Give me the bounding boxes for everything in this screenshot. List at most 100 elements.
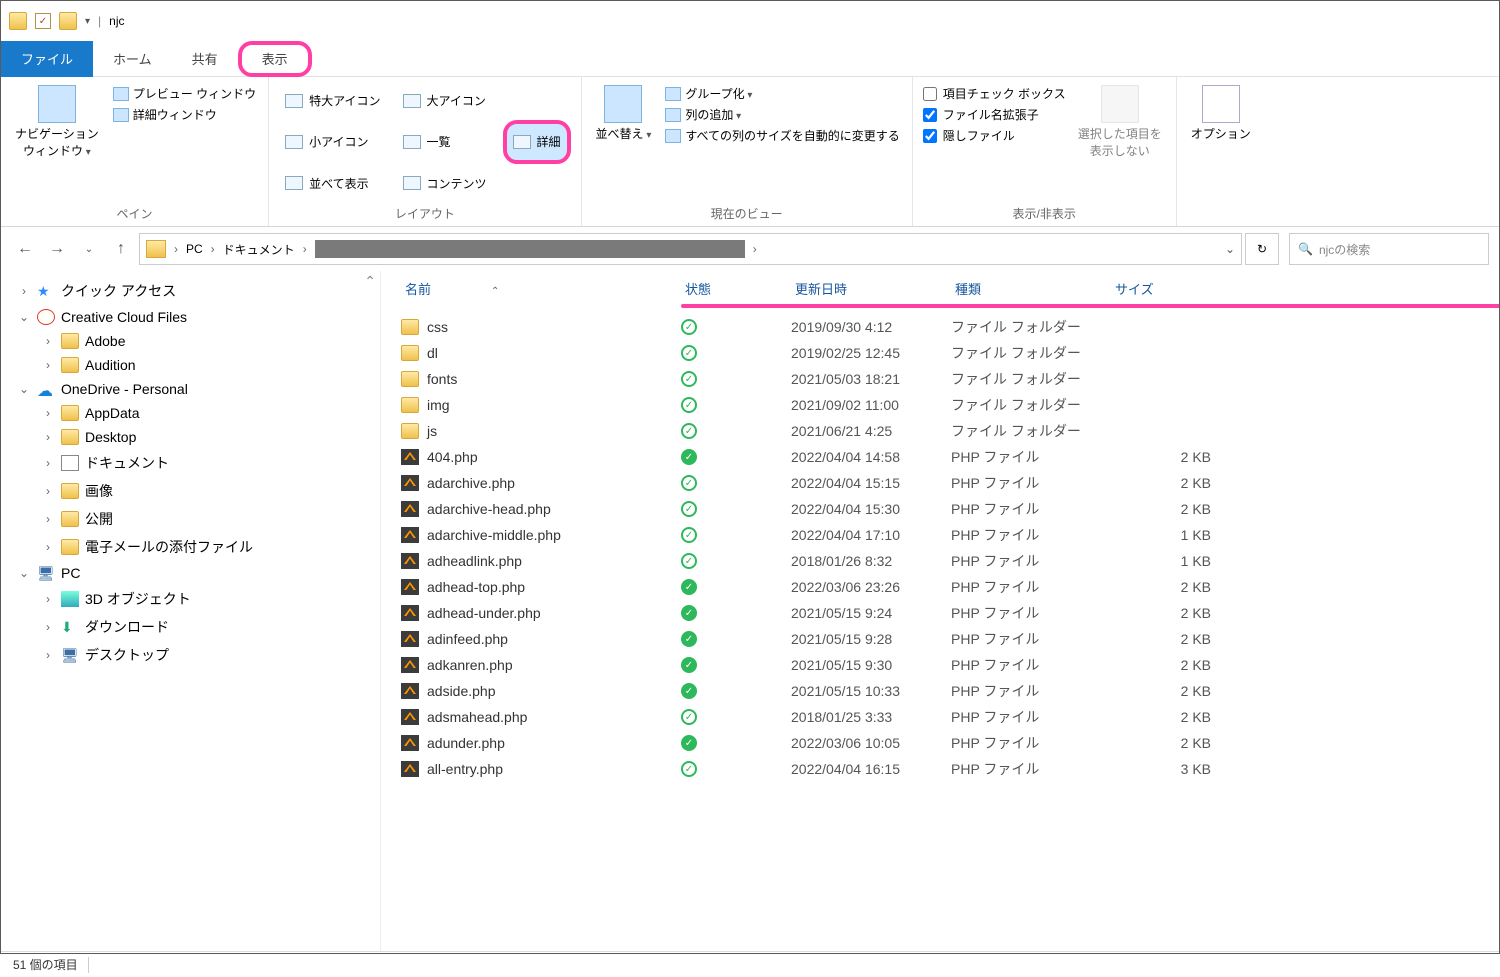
tab-view[interactable]: 表示 [238,41,312,77]
sort-button[interactable]: 並べ替え [592,83,656,201]
tree-item[interactable]: ›AppData [1,401,380,425]
expand-icon[interactable]: › [41,406,55,420]
expand-icon[interactable]: › [41,358,55,372]
tree-item[interactable]: › 電子メールの添付ファイル [1,533,380,561]
address-bar[interactable]: › PC › ドキュメント › › ⌄ [139,233,1242,265]
file-row[interactable]: adhead-under.php✓2021/05/15 9:24PHP ファイル… [381,600,1499,626]
file-row[interactable]: all-entry.php✓2022/04/04 16:15PHP ファイル3 … [381,756,1499,782]
expand-icon[interactable]: › [41,334,55,348]
forward-button[interactable]: → [43,235,71,263]
file-row[interactable]: img✓2021/09/02 11:00ファイル フォルダー [381,392,1499,418]
file-ext-toggle[interactable]: ファイル名拡張子 [923,104,1066,125]
tab-share[interactable]: 共有 [172,41,238,77]
add-columns-button[interactable]: 列の追加 [663,104,901,125]
tree-item[interactable]: ›公開 [1,505,380,533]
file-row[interactable]: dl✓2019/02/25 12:45ファイル フォルダー [381,340,1499,366]
tree-item[interactable]: ›Adobe [1,329,380,353]
hidden-items-toggle[interactable]: 隠しファイル [923,125,1066,146]
col-type[interactable]: 種類 [951,277,1111,300]
file-row[interactable]: adinfeed.php✓2021/05/15 9:28PHP ファイル2 KB [381,626,1499,652]
file-row[interactable]: adside.php✓2021/05/15 10:33PHP ファイル2 KB [381,678,1499,704]
tree-item[interactable]: ›Desktop [1,425,380,449]
tree-item[interactable]: ›🖥デスクトップ [1,641,380,669]
breadcrumb-pc[interactable]: PC [186,242,203,256]
col-status[interactable]: 状態 [681,277,791,300]
tree-item[interactable]: ›ドキュメント [1,449,380,477]
expand-icon[interactable]: › [41,430,55,444]
file-row[interactable]: adkanren.php✓2021/05/15 9:30PHP ファイル2 KB [381,652,1499,678]
nav-tree[interactable]: ⌃ ›★クイック アクセス⌄Creative Cloud Files›Adobe… [1,271,381,951]
file-row[interactable]: fonts✓2021/05/03 18:21ファイル フォルダー [381,366,1499,392]
breadcrumb-documents[interactable]: ドキュメント [223,241,295,258]
col-date[interactable]: 更新日時 [791,277,951,300]
expand-icon[interactable]: ⌄ [17,566,31,580]
qat-dropdown-icon[interactable]: ▾ [85,16,90,27]
tree-item[interactable]: ⌄Creative Cloud Files [1,305,380,329]
layout-extra-large[interactable]: 特大アイコン [279,83,386,118]
nav-pane-button[interactable]: ナビゲーション ウィンドウ [11,83,103,201]
expand-icon[interactable]: › [41,620,55,634]
expand-icon[interactable]: › [17,284,31,298]
chevron-icon[interactable]: › [172,242,180,256]
scroll-up-icon[interactable]: ⌃ [364,273,376,290]
item-checkboxes-toggle[interactable]: 項目チェック ボックス [923,83,1066,104]
tree-item[interactable]: ›画像 [1,477,380,505]
size-all-columns-button[interactable]: すべての列のサイズを自動的に変更する [663,125,901,146]
tab-file[interactable]: ファイル [1,41,93,77]
preview-pane-button[interactable]: プレビュー ウィンドウ [111,83,258,104]
refresh-button[interactable]: ↻ [1245,233,1279,265]
php-file-icon [401,735,419,751]
file-list[interactable]: 名前⌃ 状態 更新日時 種類 サイズ css✓2019/09/30 4:12ファ… [381,271,1499,951]
tree-item[interactable]: ›Audition [1,353,380,377]
tree-item[interactable]: ›⬇ダウンロード [1,613,380,641]
layout-small[interactable]: 小アイコン [279,120,386,163]
layout-large[interactable]: 大アイコン [397,83,493,118]
layout-content[interactable]: コンテンツ [397,166,493,201]
address-dropdown-icon[interactable]: ⌄ [1225,242,1235,256]
expand-icon[interactable]: › [41,512,55,526]
file-row[interactable]: css✓2019/09/30 4:12ファイル フォルダー [381,314,1499,340]
file-row[interactable]: adsmahead.php✓2018/01/25 3:33PHP ファイル2 K… [381,704,1499,730]
file-row[interactable]: js✓2021/06/21 4:25ファイル フォルダー [381,418,1499,444]
tree-item[interactable]: ⌄🖥PC [1,561,380,585]
search-input[interactable]: 🔍 njcの検索 [1289,233,1489,265]
file-row[interactable]: adarchive-head.php✓2022/04/04 15:30PHP フ… [381,496,1499,522]
nav-row: ← → ⌄ ↑ › PC › ドキュメント › › ⌄ ↻ 🔍 njcの検索 [1,227,1499,271]
col-name[interactable]: 名前⌃ [401,277,681,300]
expand-icon[interactable]: › [41,648,55,662]
group-by-button[interactable]: グループ化 [663,83,901,104]
recent-dropdown[interactable]: ⌄ [75,235,103,263]
tree-item[interactable]: ›3D オブジェクト [1,585,380,613]
col-size[interactable]: サイズ [1111,277,1211,300]
expand-icon[interactable]: › [41,456,55,470]
layout-tiles[interactable]: 並べて表示 [279,166,386,201]
tree-item[interactable]: ⌄☁OneDrive - Personal [1,377,380,401]
hide-selected-button[interactable]: 選択した項目を 表示しない [1074,83,1166,201]
file-row[interactable]: adheadlink.php✓2018/01/26 8:32PHP ファイル1 … [381,548,1499,574]
expand-icon[interactable]: ⌄ [17,310,31,324]
chevron-icon[interactable]: › [751,242,759,256]
file-row[interactable]: adarchive-middle.php✓2022/04/04 17:10PHP… [381,522,1499,548]
options-button[interactable]: オプション [1187,83,1255,204]
expand-icon[interactable]: ⌄ [17,382,31,396]
chevron-icon[interactable]: › [209,242,217,256]
up-button[interactable]: ↑ [107,235,135,263]
layout-details[interactable]: 詳細 [503,120,571,163]
tree-label: 電子メールの添付ファイル [85,537,253,557]
sync-status-icon: ✓ [681,371,697,387]
layout-list[interactable]: 一覧 [397,120,493,163]
tree-item[interactable]: ›★クイック アクセス [1,277,380,305]
file-row[interactable]: 404.php✓2022/04/04 14:58PHP ファイル2 KB [381,444,1499,470]
tab-home[interactable]: ホーム [93,41,172,77]
expand-icon[interactable]: › [41,592,55,606]
expand-icon[interactable]: › [41,484,55,498]
back-button[interactable]: ← [11,235,39,263]
qat-check-icon[interactable]: ✓ [35,13,51,29]
details-pane-button[interactable]: 詳細ウィンドウ [111,104,258,125]
file-row[interactable]: adhead-top.php✓2022/03/06 23:26PHP ファイル2… [381,574,1499,600]
breadcrumb-redacted[interactable] [315,240,745,258]
file-row[interactable]: adunder.php✓2022/03/06 10:05PHP ファイル2 KB [381,730,1499,756]
file-row[interactable]: adarchive.php✓2022/04/04 15:15PHP ファイル2 … [381,470,1499,496]
chevron-icon[interactable]: › [301,242,309,256]
expand-icon[interactable]: › [41,540,55,554]
